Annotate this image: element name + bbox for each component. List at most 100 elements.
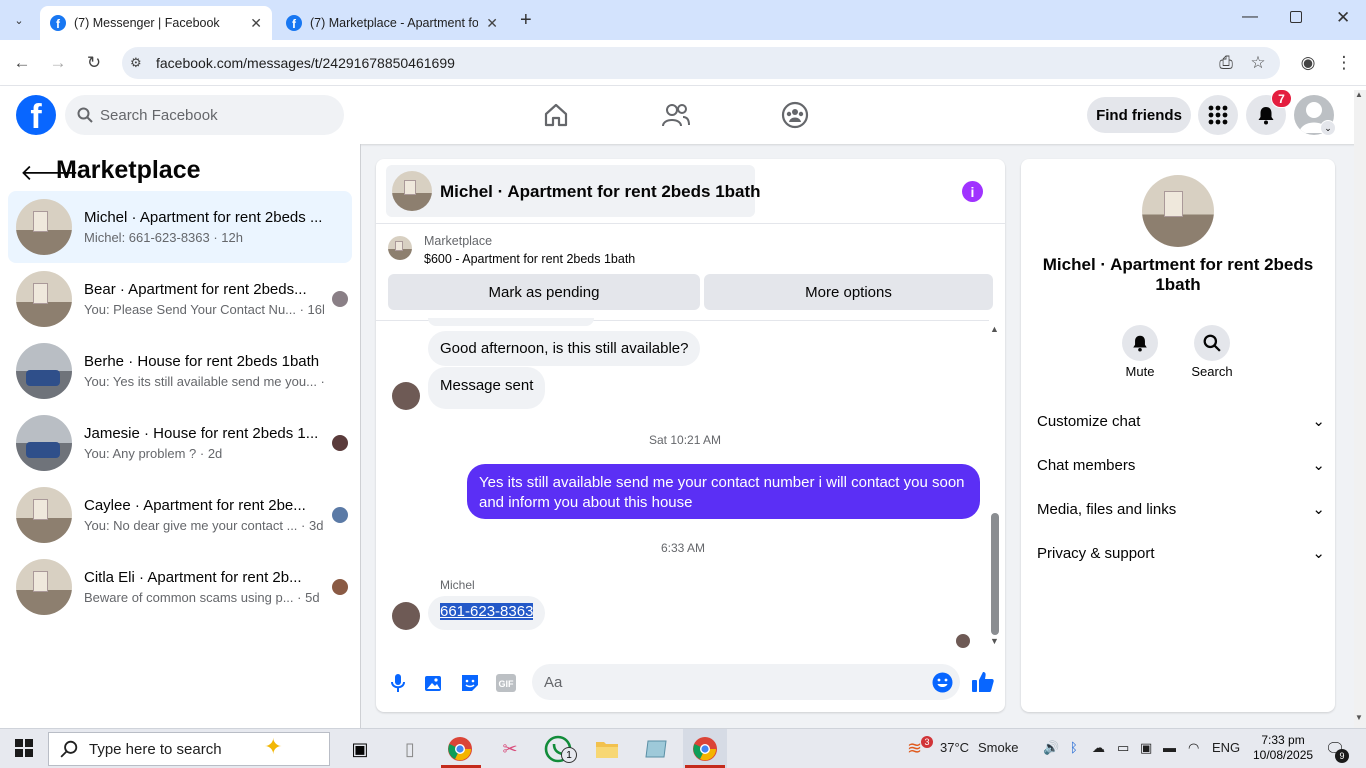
bell-icon (1258, 107, 1274, 125)
taskbar-search-placeholder: Type here to search (89, 740, 222, 758)
address-bar[interactable]: facebook.com/messages/t/2429167885046169… (122, 47, 1280, 79)
friends-icon[interactable] (659, 98, 693, 132)
conversation-item[interactable]: Caylee · Apartment for rent 2be... You: N… (8, 479, 352, 551)
read-receipt-avatar (956, 634, 970, 648)
more-options-button[interactable]: More options (704, 274, 993, 310)
phone-number-link[interactable]: 661-623-8363 (440, 603, 534, 620)
close-tab-icon[interactable]: ✕ (250, 15, 262, 32)
message-input[interactable]: Aa (532, 664, 960, 700)
profile-icon[interactable]: ◉ (1297, 52, 1319, 74)
scroll-down-arrow-icon[interactable]: ▼ (1355, 713, 1363, 722)
info-icon[interactable]: i (962, 181, 983, 202)
volume-icon[interactable]: 🔊 (1043, 740, 1059, 756)
taskbar-search-input[interactable]: Type here to search (48, 732, 330, 766)
microphone-icon[interactable] (387, 672, 409, 694)
listing-thumbnail (16, 199, 72, 255)
chat-scrollbar-thumb[interactable] (991, 513, 999, 635)
sent-message-bubble[interactable]: Yes its still available send me your con… (467, 464, 980, 519)
clock[interactable]: 7:33 pm 10/08/2025 (1253, 733, 1313, 763)
seen-avatar-icon (332, 507, 348, 523)
file-icon[interactable]: ▯ (395, 734, 425, 764)
weather-icon[interactable]: ≋ (907, 738, 922, 759)
device-icon[interactable]: ▭ (1117, 740, 1129, 756)
listing-price-title[interactable]: $600 - Apartment for rent 2beds 1bath (424, 252, 635, 266)
conversation-preview: You: Any problem ? · 2d (84, 446, 223, 461)
forward-arrow-icon[interactable]: → (47, 52, 69, 74)
new-tab-plus-icon[interactable]: + (520, 9, 532, 32)
scroll-up-arrow-icon[interactable]: ▲ (1355, 90, 1363, 99)
weather-badge: 3 (921, 736, 933, 748)
contact-avatar[interactable] (392, 382, 420, 410)
bookmark-star-icon[interactable]: ☆ (1247, 52, 1269, 74)
message-bubble[interactable]: Good afternoon, is this still available? (428, 331, 701, 366)
search-icon (77, 107, 93, 123)
restore-window-icon[interactable] (1290, 11, 1302, 23)
conversation-item[interactable]: Jamesie · House for rent 2beds 1... You: … (8, 407, 352, 479)
conversation-name: Jamesie · House for rent 2beds 1... (84, 425, 319, 442)
scroll-up-arrow-icon[interactable]: ▲ (990, 324, 999, 334)
install-app-icon[interactable]: ⎙ (1215, 52, 1237, 74)
close-window-icon[interactable]: ✕ (1336, 8, 1350, 28)
chat-members-section[interactable]: Chat members ⌄ (1037, 453, 1325, 477)
windows-start-icon[interactable] (15, 739, 33, 762)
find-friends-button[interactable]: Find friends (1087, 97, 1191, 133)
groups-icon[interactable] (778, 98, 812, 132)
listing-thumbnail (16, 415, 72, 471)
page-scrollbar[interactable] (1354, 90, 1366, 728)
message-bubble[interactable]: 661-623-8363 (428, 596, 546, 630)
sticker-icon[interactable] (459, 672, 481, 694)
chrome-app-icon[interactable] (445, 734, 475, 764)
task-view-icon[interactable]: ▣ (345, 734, 375, 764)
app-icon[interactable] (641, 734, 671, 764)
bluetooth-icon[interactable]: ᛒ (1070, 740, 1078, 755)
message-bubble[interactable]: Message sent (428, 367, 546, 409)
tab-marketplace[interactable]: f (7) Marketplace - Apartment for ✕ (276, 6, 508, 40)
conversation-item[interactable]: Bear · Apartment for rent 2beds... You: P… (8, 263, 352, 335)
chat-thumbnail (392, 171, 432, 211)
chat-title: Michel · Apartment for rent 2beds 1bath (440, 182, 761, 201)
grid-icon (1208, 105, 1228, 125)
customize-chat-section[interactable]: Customize chat ⌄ (1037, 409, 1325, 433)
privacy-support-section[interactable]: Privacy & support ⌄ (1037, 541, 1325, 565)
mark-as-pending-button[interactable]: Mark as pending (388, 274, 700, 310)
conversation-item[interactable]: Michel · Apartment for rent 2beds ... Mic… (8, 191, 352, 263)
listing-thumbnail (16, 487, 72, 543)
tab-messenger[interactable]: f (7) Messenger | Facebook ✕ (40, 6, 272, 40)
thumbs-up-icon[interactable] (971, 670, 995, 699)
contact-profile-photo[interactable] (1142, 175, 1214, 247)
display-icon[interactable]: ▣ (1140, 740, 1152, 756)
chrome-menu-icon[interactable]: ⋮ (1333, 52, 1355, 74)
emoji-icon[interactable] (932, 672, 953, 698)
facebook-logo-icon[interactable]: f (16, 95, 56, 135)
chrome-profile-app-icon[interactable] (690, 734, 720, 764)
home-icon[interactable] (539, 98, 573, 132)
conversation-item[interactable]: Citla Eli · Apartment for rent 2b... Bewa… (8, 551, 352, 623)
minimize-window-icon[interactable]: — (1242, 8, 1258, 26)
battery-icon[interactable]: ▬ (1163, 740, 1176, 755)
contact-avatar[interactable] (392, 602, 420, 630)
account-chevron-icon[interactable]: ⌄ (1320, 120, 1336, 136)
copilot-sparkle-icon[interactable]: ✦ (264, 734, 282, 760)
chevron-down-icon: ⌄ (1312, 501, 1325, 518)
file-explorer-icon[interactable] (592, 734, 622, 764)
facebook-search-input[interactable]: Search Facebook (65, 95, 344, 135)
scroll-down-arrow-icon[interactable]: ▼ (990, 636, 999, 646)
weather-temp[interactable]: 37°C (940, 740, 969, 755)
conversation-item[interactable]: Berhe · House for rent 2beds 1bath You: Y… (8, 335, 352, 407)
photo-icon[interactable] (423, 672, 445, 694)
wifi-icon[interactable]: ◠ (1188, 740, 1199, 756)
menu-grid-button[interactable] (1198, 95, 1238, 135)
search-conversation-button[interactable] (1194, 325, 1230, 361)
snipping-tool-icon[interactable]: ✂ (495, 734, 525, 764)
weather-desc[interactable]: Smoke (978, 740, 1018, 755)
media-files-links-section[interactable]: Media, files and links ⌄ (1037, 497, 1325, 521)
close-tab-icon[interactable]: ✕ (486, 15, 498, 32)
mute-button[interactable] (1122, 325, 1158, 361)
back-arrow-icon[interactable]: ← (11, 52, 33, 74)
reload-icon[interactable]: ↻ (83, 52, 105, 74)
gif-icon[interactable]: GIF (495, 672, 517, 694)
cloud-off-icon[interactable]: ☁ (1092, 740, 1105, 756)
tab-search-chevron-icon[interactable]: ⌄ (8, 9, 30, 31)
site-settings-icon[interactable]: ⚙ (130, 55, 142, 71)
language-indicator[interactable]: ENG (1212, 740, 1240, 755)
